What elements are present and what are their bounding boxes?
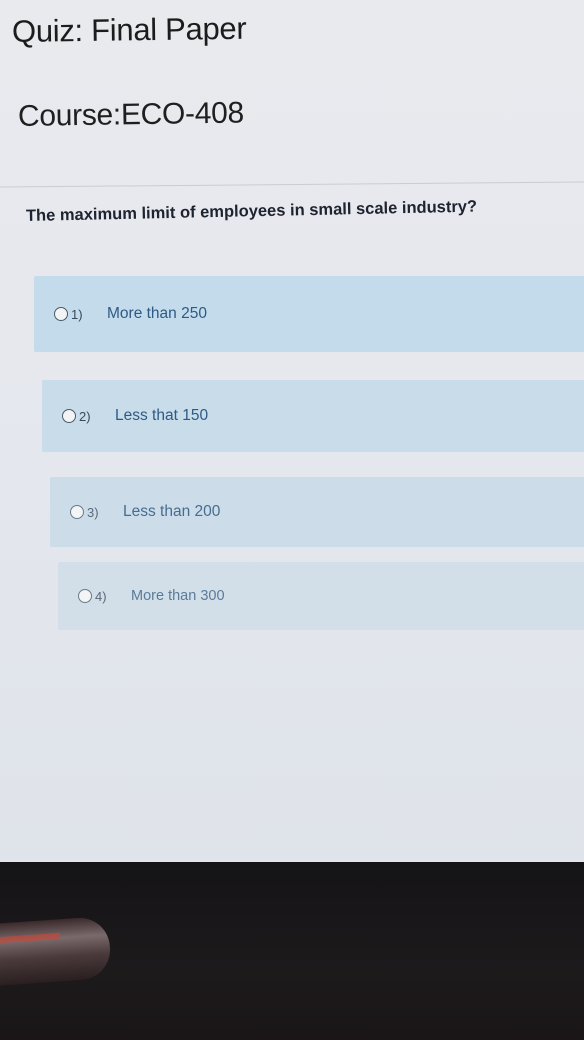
option-label: Less than 200	[123, 503, 221, 520]
course-label: Course:ECO-408	[17, 96, 245, 133]
answer-option-4[interactable]: 4) More than 300	[58, 562, 584, 630]
quiz-screen: Quiz: Final Paper Course:ECO-408 The max…	[0, 0, 584, 862]
radio-button-icon[interactable]	[54, 307, 68, 321]
option-label: Less that 150	[115, 407, 209, 424]
answer-option-2[interactable]: 2) Less that 150	[42, 380, 584, 452]
radio-button-icon[interactable]	[62, 409, 76, 423]
answer-option-1[interactable]: 1) More than 250	[34, 276, 584, 352]
radio-button-icon[interactable]	[78, 589, 92, 603]
option-label: More than 300	[131, 588, 225, 604]
option-label: More than 250	[107, 305, 207, 322]
pen-object	[0, 915, 113, 987]
radio-button-icon[interactable]	[70, 505, 84, 519]
answer-option-3[interactable]: 3) Less than 200	[50, 477, 584, 547]
option-number: 2)	[79, 408, 91, 424]
option-number: 3)	[87, 504, 99, 520]
quiz-title: Quiz: Final Paper	[11, 10, 247, 49]
question-text: The maximum limit of employees in small …	[25, 197, 478, 225]
divider	[0, 181, 584, 188]
option-number: 4)	[95, 588, 107, 604]
option-number: 1)	[71, 306, 83, 322]
